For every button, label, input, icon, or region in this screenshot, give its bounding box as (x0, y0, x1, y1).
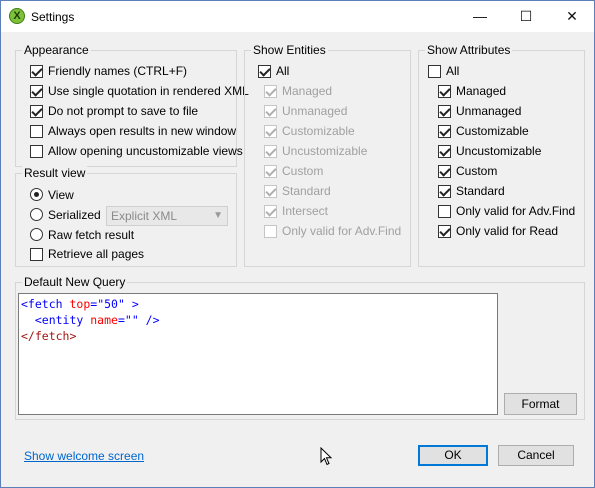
title-bar: X Settings — ☐ ✕ (1, 1, 594, 32)
checkbox-box[interactable] (30, 85, 43, 98)
checkbox-box[interactable] (30, 65, 43, 78)
chevron-down-icon: ▼ (213, 210, 223, 221)
show-attributes-group-label: Show Attributes (425, 43, 513, 58)
default-query-group-label: Default New Query (22, 275, 128, 290)
checkbox-box[interactable] (264, 105, 277, 118)
show-welcome-screen-link[interactable]: Show welcome screen (24, 449, 144, 463)
app-logo-icon: X (9, 8, 25, 24)
xml-line-2: <entity name="" /> (34, 313, 160, 327)
radio-dot[interactable] (30, 208, 43, 221)
checkbox-box[interactable] (30, 145, 43, 158)
format-button[interactable]: Format (504, 393, 577, 415)
checkbox-box[interactable] (264, 225, 277, 238)
checkbox-box[interactable] (438, 85, 451, 98)
checkbox-box[interactable] (428, 65, 441, 78)
close-button[interactable]: ✕ (549, 1, 595, 32)
checkbox-box[interactable] (438, 165, 451, 178)
maximize-button[interactable]: ☐ (503, 1, 549, 32)
checkbox-box[interactable] (264, 205, 277, 218)
checkbox-box[interactable] (438, 225, 451, 238)
checkbox-box[interactable] (438, 205, 451, 218)
checkbox-box[interactable] (438, 125, 451, 138)
radio-dot[interactable] (30, 188, 43, 201)
result-view-group-label: Result view (22, 166, 88, 181)
appearance-group-label: Appearance (22, 43, 91, 58)
ok-button[interactable]: OK (418, 445, 488, 466)
checkbox-box[interactable] (438, 145, 451, 158)
settings-window: X Settings — ☐ ✕ Appearance Friendly nam… (0, 0, 595, 488)
xml-line-1: <fetch top="50" > (21, 297, 139, 311)
checkbox-box[interactable] (264, 145, 277, 158)
radio-dot[interactable] (30, 228, 43, 241)
show-entities-group-label: Show Entities (251, 43, 328, 58)
mouse-cursor-icon (320, 447, 333, 466)
checkbox-box[interactable] (438, 105, 451, 118)
checkbox-box[interactable] (264, 85, 277, 98)
default-query-editor[interactable]: <fetch top="50" > <entity name="" /> </f… (18, 293, 498, 415)
checkbox-box[interactable] (264, 125, 277, 138)
checkbox-box[interactable] (30, 105, 43, 118)
checkbox-box[interactable] (30, 248, 43, 261)
serialization-format-select[interactable]: Explicit XML ▼ (106, 206, 228, 226)
minimize-button[interactable]: — (457, 1, 503, 32)
checkbox-box[interactable] (30, 125, 43, 138)
checkbox-box[interactable] (264, 185, 277, 198)
cancel-button[interactable]: Cancel (498, 445, 574, 466)
window-title: Settings (31, 10, 75, 24)
checkbox-box[interactable] (258, 65, 271, 78)
checkbox-box[interactable] (438, 185, 451, 198)
xml-line-3: </fetch> (21, 329, 77, 343)
checkbox-box[interactable] (264, 165, 277, 178)
